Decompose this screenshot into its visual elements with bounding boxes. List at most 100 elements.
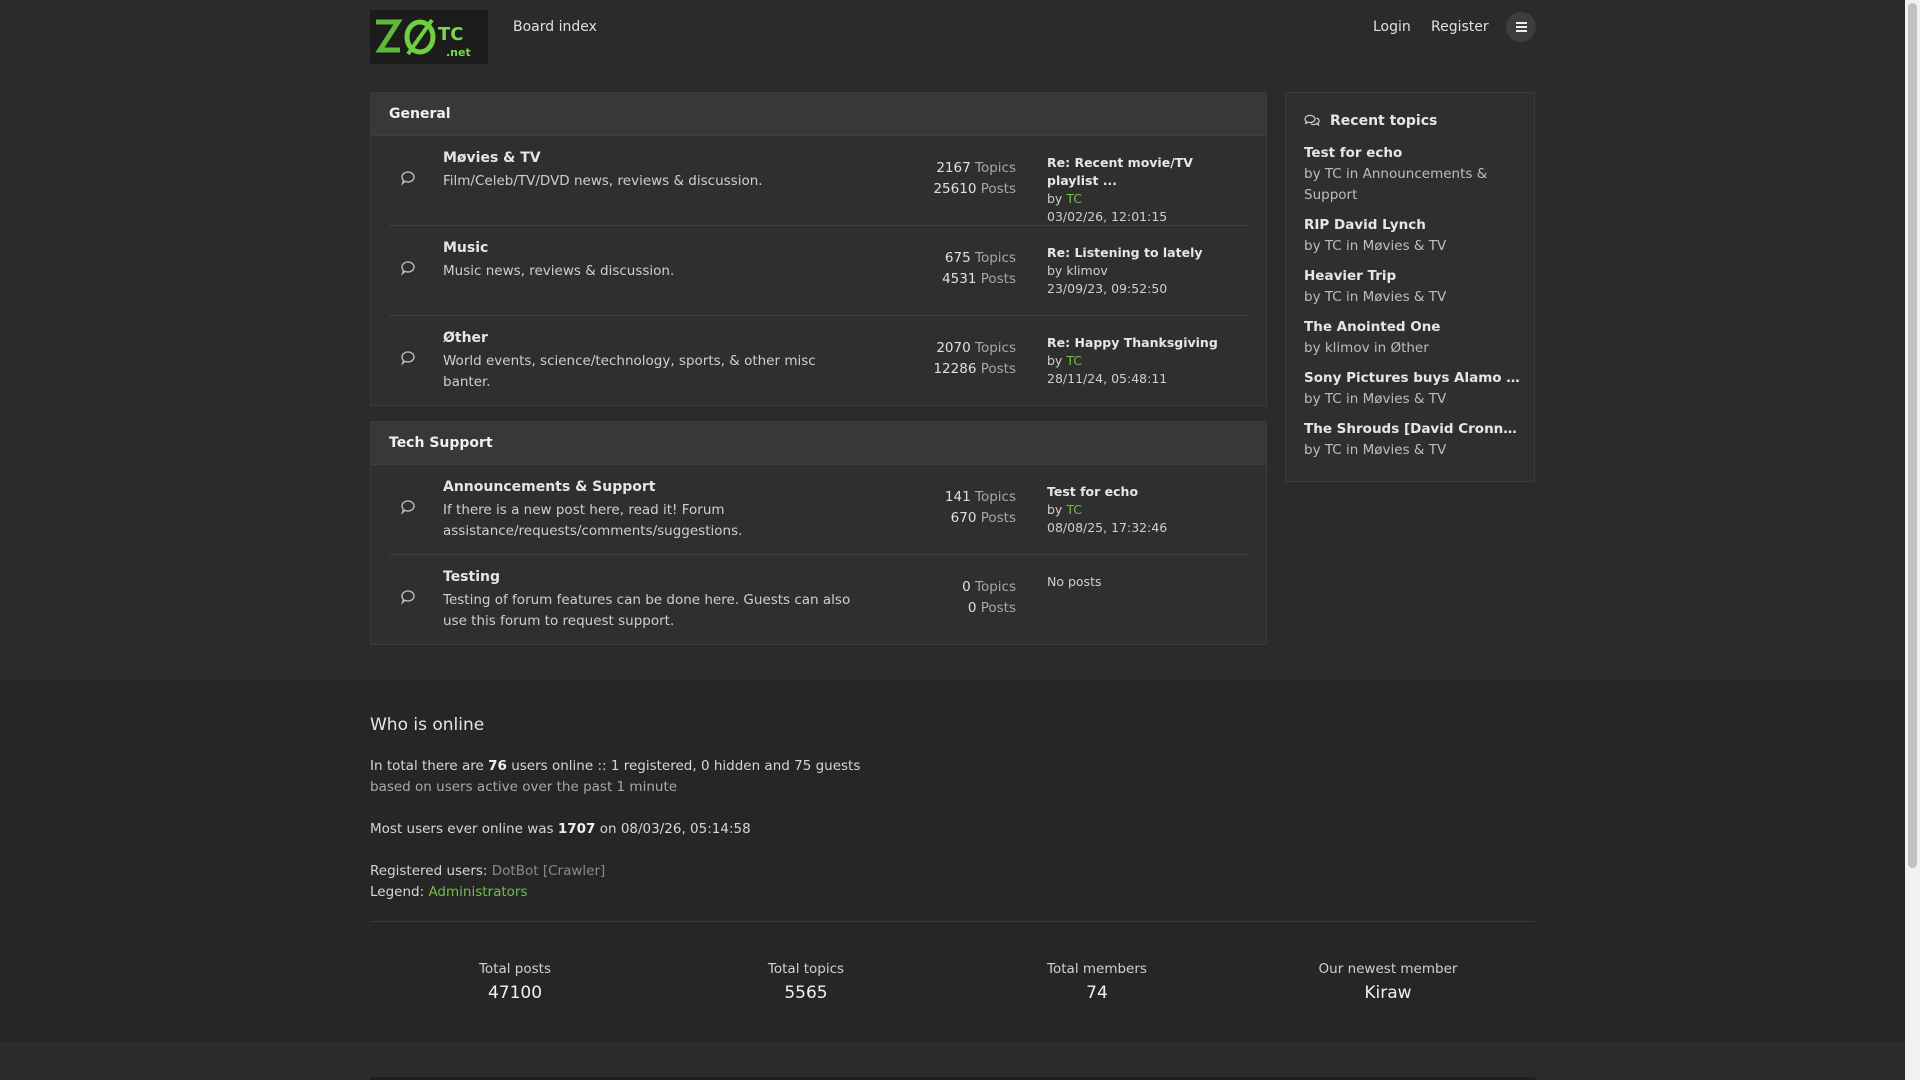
last-post-title[interactable]: Re: Happy Thanksgiving — [1047, 334, 1218, 352]
last-post-title[interactable]: Re: Listening to lately — [1047, 244, 1203, 262]
last-post-user[interactable]: TC — [1066, 353, 1082, 368]
online-text: users online :: 1 registered, 0 hidden a… — [506, 758, 861, 774]
topics-label: Topics — [975, 579, 1016, 595]
forum-description: World events, science/technology, sports… — [443, 353, 816, 390]
topics-label: Topics — [975, 489, 1016, 505]
comments-icon — [1304, 114, 1320, 126]
footer — [0, 1042, 1905, 1080]
posts-count: 670 — [950, 510, 977, 526]
posts-label: Posts — [980, 361, 1016, 377]
forum-stats: 141 Topics 670 Posts — [945, 487, 1016, 529]
forum-title[interactable]: Møvies & TV — [443, 150, 541, 166]
forum-title[interactable]: Øther — [443, 330, 488, 346]
topics-count: 675 — [944, 250, 971, 266]
online-divider — [370, 921, 1535, 922]
topics-count: 2167 — [936, 160, 971, 176]
stat-label: Total topics — [767, 961, 845, 977]
posts-count: 4531 — [942, 271, 977, 287]
recent-topic-title[interactable]: RIP David Lynch — [1304, 215, 1524, 236]
last-post-user[interactable]: TC — [1066, 502, 1082, 517]
last-post: Re: Happy Thanksgiving by TC 28/11/24, 0… — [1047, 334, 1218, 388]
recent-topic-item: The Anointed One by klimov in Øther — [1304, 317, 1524, 359]
by-label: by — [1047, 502, 1063, 517]
online-record: Most users ever online was 1707 on 08/03… — [370, 821, 751, 837]
record-text: Most users ever online was — [370, 821, 558, 837]
stat-label: Our newest member — [1318, 961, 1458, 977]
category-tech-support: Tech Support Announcements & Support If … — [370, 421, 1267, 645]
forum-row: Øther World events, science/technology, … — [389, 316, 1248, 405]
topics-count: 2070 — [936, 340, 971, 356]
page-scrollbar[interactable] — [1905, 0, 1920, 1080]
forum-stats: 2070 Topics 12286 Posts — [933, 338, 1016, 380]
recent-topic-title[interactable]: Sony Pictures buys Alamo Draft ... — [1304, 368, 1524, 389]
by-label: by — [1047, 353, 1063, 368]
stat-newest-member: Our newest member Kiraw — [1243, 961, 1533, 1003]
site-header: TC .net Board index Login Register — [370, 0, 1536, 64]
stat-value: 5565 — [784, 983, 828, 1003]
forum-title[interactable]: Testing — [443, 569, 500, 585]
last-post-date: 23/09/23, 09:52:50 — [1047, 281, 1168, 296]
recent-topic-meta: by TC in Møvies & TV — [1304, 289, 1447, 305]
registered-user-link[interactable]: DotBot [Crawler] — [492, 863, 605, 879]
forum-title[interactable]: Announcements & Support — [443, 479, 655, 495]
last-post-title[interactable]: Re: Recent movie/TV playlist ... — [1047, 154, 1248, 190]
by-label: by — [1047, 191, 1063, 206]
posts-label: Posts — [980, 271, 1016, 287]
forum-bubble-icon — [401, 500, 415, 515]
forum-row: Music Music news, reviews & discussion. … — [389, 226, 1248, 316]
nav-login[interactable]: Login — [1373, 19, 1411, 35]
category-general: General Møvies & TV Film/Celeb/TV/DVD ne… — [370, 92, 1267, 406]
forum-row: Announcements & Support If there is a ne… — [389, 465, 1248, 555]
by-label: by — [1047, 263, 1063, 278]
forum-description: Film/Celeb/TV/DVD news, reviews & discus… — [443, 173, 763, 189]
last-post: Re: Recent movie/TV playlist ... by TC 0… — [1047, 154, 1248, 226]
last-post: Test for echo by TC 08/08/25, 17:32:46 — [1047, 483, 1167, 537]
recent-topic-title[interactable]: Test for echo — [1304, 143, 1524, 164]
topics-label: Topics — [975, 340, 1016, 356]
stat-total-members: Total members 74 — [952, 961, 1242, 1003]
nav-register[interactable]: Register — [1431, 19, 1489, 35]
stat-label: Total members — [1047, 961, 1147, 977]
last-post-title[interactable]: Test for echo — [1047, 483, 1167, 501]
posts-label: Posts — [980, 181, 1016, 197]
topics-count: 0 — [962, 579, 971, 595]
newest-member-link[interactable]: Kiraw — [1243, 983, 1533, 1003]
forum-description: Testing of forum features can be done he… — [443, 592, 851, 629]
recent-topic-item: Heavier Trip by TC in Møvies & TV — [1304, 266, 1524, 308]
stat-total-posts: Total posts 47100 — [370, 961, 660, 1003]
hamburger-menu-button[interactable] — [1506, 12, 1536, 42]
category-title[interactable]: Tech Support — [371, 422, 1266, 465]
legend: Legend: Administrators — [370, 884, 528, 900]
svg-text:TC: TC — [438, 24, 464, 45]
online-period-text: based on users active over the past 1 mi… — [370, 779, 678, 795]
topics-count: 141 — [944, 489, 971, 505]
category-title[interactable]: General — [371, 93, 1266, 136]
no-posts-text: No posts — [1047, 574, 1102, 589]
registered-label: Registered users: — [370, 863, 492, 879]
posts-count: 25610 — [933, 181, 977, 197]
who-is-online-title: Who is online — [370, 715, 485, 735]
recent-topic-meta: by TC in Møvies & TV — [1304, 238, 1447, 254]
recent-topic-meta: by TC in Møvies & TV — [1304, 391, 1447, 407]
site-logo[interactable]: TC .net — [370, 10, 488, 64]
last-post: Re: Listening to lately by klimov 23/09/… — [1047, 244, 1203, 298]
last-post-date: 28/11/24, 05:48:11 — [1047, 371, 1168, 386]
recent-topics-panel: Recent topics Test for echo by TC in Ann… — [1285, 92, 1535, 482]
topics-label: Topics — [975, 160, 1016, 176]
online-text: In total there are — [370, 758, 489, 774]
recent-topic-title[interactable]: Heavier Trip — [1304, 266, 1524, 287]
forum-title[interactable]: Music — [443, 240, 488, 256]
legend-administrators-link[interactable]: Administrators — [428, 884, 527, 900]
recent-topic-item: The Shrouds [David Cronnenberg] by TC in… — [1304, 419, 1524, 461]
last-post-user[interactable]: TC — [1066, 191, 1082, 206]
forum-row: Testing Testing of forum features can be… — [389, 555, 1248, 644]
nav-board-index[interactable]: Board index — [513, 19, 597, 35]
scrollbar-thumb[interactable] — [1908, 3, 1917, 868]
last-post-date: 03/02/26, 12:01:15 — [1047, 209, 1168, 224]
logo-image: TC .net — [370, 10, 488, 64]
recent-topic-meta: by TC in Announcements & Support — [1304, 166, 1488, 203]
last-post: No posts — [1047, 573, 1101, 591]
recent-topic-title[interactable]: The Anointed One — [1304, 317, 1524, 338]
recent-topic-title[interactable]: The Shrouds [David Cronnenberg] — [1304, 419, 1524, 440]
last-post-user[interactable]: klimov — [1066, 263, 1107, 278]
